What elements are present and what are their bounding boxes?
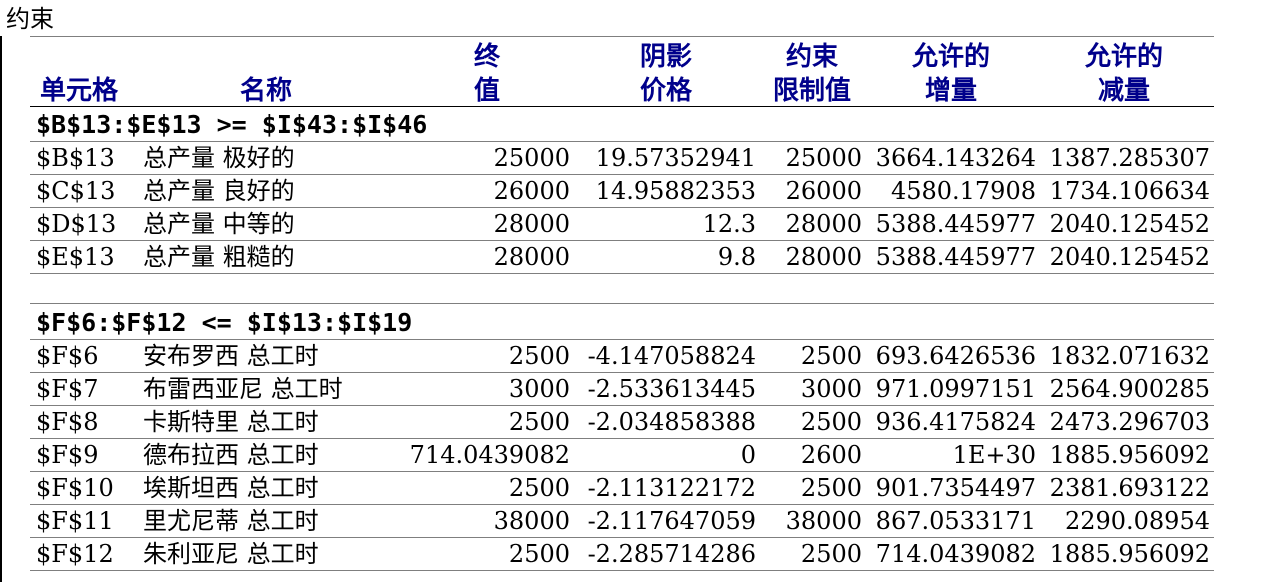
cell-name: 总产量 中等的	[143, 210, 295, 238]
group-separator-rule	[30, 303, 1214, 304]
cell-shadow: -2.285714286	[587, 540, 756, 568]
cell-shadow: -2.034858388	[587, 408, 756, 436]
cell-shadow: 0	[740, 441, 756, 469]
cell-dec: 2290.08954	[1064, 507, 1210, 535]
cell-final: 2500	[508, 342, 570, 370]
group-label: $B$13:$E$13 >= $I$43:$I$46	[36, 110, 428, 139]
cell-cell: $D$13	[36, 210, 117, 238]
cell-final: 26000	[493, 177, 570, 205]
cell-dec: 2381.693122	[1049, 474, 1210, 502]
cell-final: 28000	[493, 243, 570, 271]
cell-cell: $F$11	[36, 507, 114, 535]
cell-cell: $F$10	[36, 474, 114, 502]
cell-final: 38000	[493, 507, 570, 535]
cell-rhs: 28000	[785, 243, 862, 271]
cell-cell: $F$12	[36, 540, 114, 568]
cell-inc: 5388.445977	[875, 243, 1036, 271]
cell-dec: 1885.956092	[1049, 540, 1210, 568]
cell-final: 28000	[493, 210, 570, 238]
cell-rhs: 2500	[800, 474, 862, 502]
cell-final: 714.0439082	[409, 441, 570, 469]
cell-shadow: 14.95882353	[595, 177, 756, 205]
section-title: 约束	[6, 5, 54, 33]
cell-cell: $F$6	[36, 342, 99, 370]
cell-inc: 971.0997151	[875, 375, 1036, 403]
cell-name: 安布罗西 总工时	[143, 342, 319, 370]
cell-shadow: -2.113122172	[587, 474, 756, 502]
header-cell: 单元格	[40, 76, 119, 106]
cell-shadow: -4.147058824	[587, 342, 756, 370]
cell-name: 布雷西亚尼 总工时	[143, 375, 343, 403]
group-label: $F$6:$F$12 <= $I$13:$I$19	[36, 308, 413, 337]
cell-inc: 714.0439082	[875, 540, 1036, 568]
cell-final: 3000	[508, 375, 570, 403]
cell-shadow: -2.117647059	[587, 507, 756, 535]
cell-final: 2500	[508, 408, 570, 436]
cell-rhs: 25000	[785, 144, 862, 172]
cell-cell: $F$7	[36, 375, 99, 403]
header-increase-line1: 允许的	[912, 42, 991, 72]
cell-name: 埃斯坦西 总工时	[143, 474, 319, 502]
cell-shadow: 9.8	[717, 243, 756, 271]
header-bottom-rule	[30, 106, 1214, 107]
cell-name: 总产量 良好的	[143, 177, 295, 205]
cell-dec: 1734.106634	[1049, 177, 1210, 205]
header-final-line1: 终	[474, 42, 501, 72]
cell-rhs: 28000	[785, 210, 862, 238]
cell-final: 2500	[508, 474, 570, 502]
cell-name: 卡斯特里 总工时	[143, 408, 319, 436]
header-shadow-line2: 价格	[640, 76, 693, 106]
header-increase-line2: 增量	[925, 76, 978, 106]
header-decrease-line2: 减量	[1098, 76, 1151, 106]
cell-inc: 1E+30	[952, 441, 1036, 469]
cell-dec: 2473.296703	[1049, 408, 1210, 436]
cell-cell: $F$9	[36, 441, 99, 469]
cell-dec: 1885.956092	[1049, 441, 1210, 469]
cell-name: 里尤尼蒂 总工时	[143, 507, 319, 535]
cell-name: 德布拉西 总工时	[143, 441, 319, 469]
cell-shadow: 12.3	[702, 210, 756, 238]
row-rule	[30, 570, 1214, 571]
left-border	[0, 36, 2, 582]
cell-final: 25000	[493, 144, 570, 172]
header-constraint-line1: 约束	[786, 42, 839, 72]
header-shadow-line1: 阴影	[640, 42, 693, 72]
cell-inc: 936.4175824	[875, 408, 1036, 436]
cell-inc: 3664.143264	[875, 144, 1036, 172]
cell-inc: 4580.17908	[890, 177, 1036, 205]
cell-rhs: 38000	[785, 507, 862, 535]
cell-rhs: 3000	[800, 375, 862, 403]
cell-shadow: 19.57352941	[595, 144, 756, 172]
header-constraint-line2: 限制值	[773, 76, 852, 106]
header-decrease-line1: 允许的	[1085, 42, 1164, 72]
cell-name: 总产量 粗糙的	[143, 243, 295, 271]
cell-dec: 2040.125452	[1049, 243, 1210, 271]
header-final-line2: 值	[474, 76, 501, 106]
cell-name: 总产量 极好的	[143, 144, 295, 172]
cell-rhs: 2500	[800, 408, 862, 436]
header-top-rule	[30, 36, 1214, 37]
cell-dec: 1387.285307	[1049, 144, 1210, 172]
cell-dec: 1832.071632	[1049, 342, 1210, 370]
cell-dec: 2040.125452	[1049, 210, 1210, 238]
cell-cell: $F$8	[36, 408, 99, 436]
cell-name: 朱利亚尼 总工时	[143, 540, 319, 568]
cell-cell: $E$13	[36, 243, 115, 271]
cell-dec: 2564.900285	[1049, 375, 1210, 403]
cell-inc: 867.0533171	[875, 507, 1036, 535]
cell-inc: 5388.445977	[875, 210, 1036, 238]
cell-shadow: -2.533613445	[587, 375, 756, 403]
cell-rhs: 2500	[800, 540, 862, 568]
cell-final: 2500	[508, 540, 570, 568]
cell-cell: $B$13	[36, 144, 115, 172]
header-name: 名称	[240, 76, 293, 106]
cell-rhs: 2600	[800, 441, 862, 469]
cell-rhs: 2500	[800, 342, 862, 370]
cell-inc: 693.6426536	[875, 342, 1036, 370]
cell-rhs: 26000	[785, 177, 862, 205]
cell-inc: 901.7354497	[875, 474, 1036, 502]
cell-cell: $C$13	[36, 177, 116, 205]
row-rule	[30, 273, 1214, 274]
